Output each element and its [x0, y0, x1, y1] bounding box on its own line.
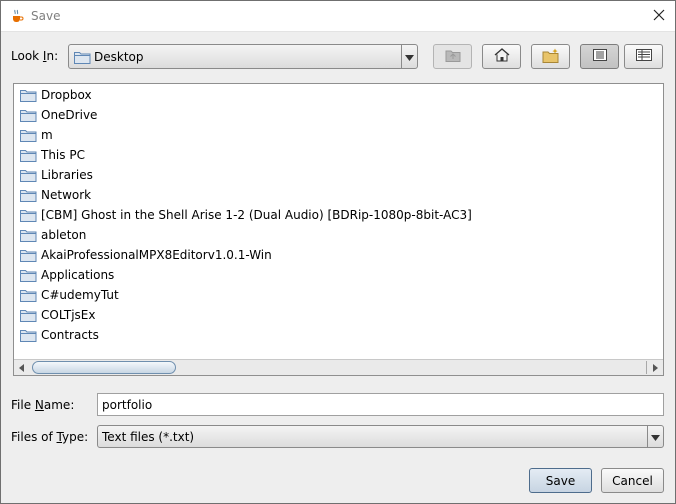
- details-view-icon: [635, 49, 652, 64]
- file-list-item-label: Contracts: [41, 328, 99, 342]
- file-list-item[interactable]: Dropbox: [20, 86, 92, 104]
- home-icon: [494, 48, 510, 65]
- file-list-item-label: Libraries: [41, 168, 93, 182]
- file-list-item[interactable]: This PC: [20, 146, 85, 164]
- file-list-item-label: C#udemyTut: [41, 288, 119, 302]
- file-list-item-label: COLTjsEx: [41, 308, 96, 322]
- scroll-left-arrow-icon[interactable]: [16, 362, 28, 374]
- list-view-button[interactable]: [580, 44, 619, 69]
- save-dialog: Save Look In: Desktop Dropbox OneDrive m…: [0, 0, 676, 504]
- scroll-right-arrow-icon[interactable]: [649, 362, 661, 374]
- file-list-item[interactable]: Contracts: [20, 326, 99, 344]
- look-in-label-suffix: n:: [46, 49, 59, 63]
- chevron-down-icon: [651, 430, 660, 444]
- file-name-label-text: File: [11, 398, 35, 412]
- title-bar[interactable]: Save: [1, 1, 675, 32]
- file-type-value: Text files (*.txt): [102, 430, 195, 444]
- file-list-item-label: Dropbox: [41, 88, 92, 102]
- new-folder-button[interactable]: [531, 44, 570, 69]
- folder-icon: [20, 288, 37, 302]
- save-button[interactable]: Save: [529, 468, 592, 493]
- folder-icon: [20, 88, 37, 102]
- file-list-item-label: Applications: [41, 268, 115, 282]
- folder-icon: [74, 50, 91, 67]
- file-type-combobox[interactable]: Text files (*.txt): [97, 425, 664, 448]
- file-list-item-label: AkaiProfessionalMPX8Editorv1.0.1-Win: [41, 248, 272, 262]
- folder-icon: [20, 328, 37, 342]
- file-list-item[interactable]: COLTjsEx: [20, 306, 95, 324]
- file-list-item[interactable]: Network: [20, 186, 91, 204]
- look-in-combobox[interactable]: Desktop: [68, 44, 418, 69]
- file-list[interactable]: Dropbox OneDrive m This PC Libraries Network […: [13, 83, 664, 376]
- file-list-item[interactable]: AkaiProfessionalMPX8Editorv1.0.1-Win: [20, 246, 272, 264]
- file-list-item-label: This PC: [41, 148, 85, 162]
- look-in-label: Look In:: [11, 49, 58, 63]
- file-list-item[interactable]: C#udemyTut: [20, 286, 119, 304]
- horizontal-scrollbar[interactable]: [14, 359, 663, 375]
- file-list-item[interactable]: ableton: [20, 226, 86, 244]
- close-button[interactable]: [643, 1, 675, 32]
- file-name-input[interactable]: [97, 393, 664, 416]
- home-button[interactable]: [482, 44, 521, 69]
- up-one-level-button[interactable]: [433, 44, 472, 69]
- chevron-down-icon: [405, 50, 414, 64]
- file-list-item[interactable]: [CBM] Ghost in the Shell Arise 1-2 (Dual…: [20, 206, 472, 224]
- look-in-dropdown-arrow[interactable]: [401, 45, 417, 68]
- folder-icon: [20, 208, 37, 222]
- file-list-item-label: m: [41, 128, 53, 142]
- file-name-label-suffix: ame:: [43, 398, 75, 412]
- up-folder-icon: [445, 48, 461, 65]
- scrollbar-thumb[interactable]: [32, 361, 176, 374]
- folder-icon: [20, 248, 37, 262]
- look-in-label-text: Look: [11, 49, 43, 63]
- file-list-item-label: Network: [41, 188, 92, 202]
- cancel-button[interactable]: Cancel: [601, 468, 664, 493]
- scrollbar-track-end: [639, 361, 647, 374]
- file-name-mnemonic: N: [34, 398, 44, 412]
- file-list-item[interactable]: OneDrive: [20, 106, 97, 124]
- file-type-label-suffix: ype:: [62, 430, 89, 444]
- java-cup-icon: [9, 8, 25, 24]
- file-list-item[interactable]: Applications: [20, 266, 114, 284]
- file-list-item[interactable]: Libraries: [20, 166, 93, 184]
- file-name-label: File Name:: [11, 398, 74, 412]
- file-type-label-text: Files of: [11, 430, 57, 444]
- file-type-label: Files of Type:: [11, 430, 88, 444]
- file-list-item-label: ableton: [41, 228, 87, 242]
- file-list-item[interactable]: m: [20, 126, 53, 144]
- folder-icon: [20, 308, 37, 322]
- folder-icon: [20, 188, 37, 202]
- folder-icon: [20, 108, 37, 122]
- folder-icon: [20, 268, 37, 282]
- details-view-button[interactable]: [624, 44, 663, 69]
- folder-icon: [20, 168, 37, 182]
- folder-icon: [20, 128, 37, 142]
- new-folder-icon: [542, 48, 560, 66]
- folder-icon: [20, 148, 37, 162]
- file-type-dropdown-arrow[interactable]: [647, 426, 663, 447]
- list-view-icon: [592, 49, 607, 64]
- close-icon: [653, 9, 665, 24]
- file-list-item-label: OneDrive: [41, 108, 98, 122]
- folder-icon: [20, 228, 37, 242]
- file-list-item-label: [CBM] Ghost in the Shell Arise 1-2 (Dual…: [41, 208, 472, 222]
- window-title: Save: [31, 9, 61, 23]
- look-in-value: Desktop: [94, 50, 144, 64]
